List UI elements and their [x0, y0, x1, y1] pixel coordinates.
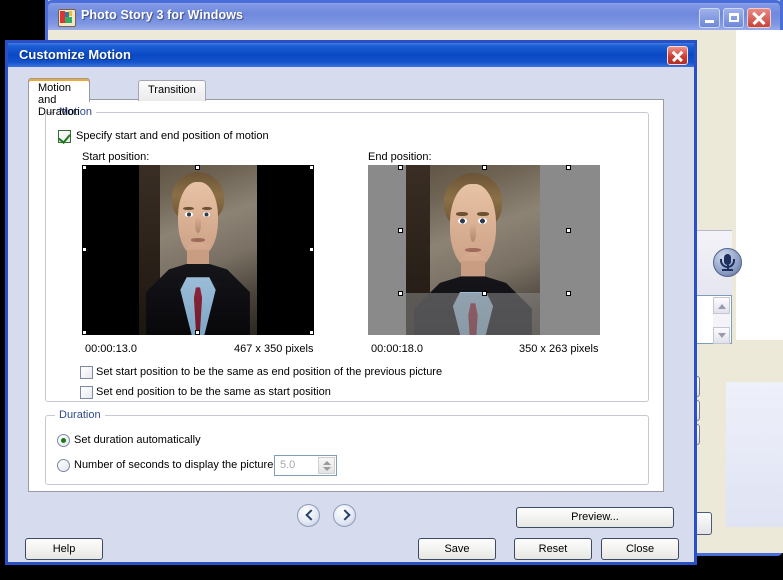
resize-handle-e[interactable] — [309, 247, 314, 252]
duration-auto-label: Set duration automatically — [74, 434, 201, 446]
specify-position-checkbox[interactable] — [58, 130, 71, 143]
scroll-up-icon[interactable] — [713, 297, 730, 314]
seconds-value: 5.0 — [280, 459, 296, 471]
same-as-previous-checkbox[interactable] — [80, 366, 93, 379]
duration-seconds-label: Number of seconds to display the picture — [74, 459, 274, 471]
same-as-previous-label: Set start position to be the same as end… — [96, 366, 443, 378]
duration-group: Duration — [45, 409, 649, 485]
resize-handle-n[interactable] — [195, 165, 200, 170]
help-button[interactable]: Help — [25, 538, 103, 560]
end-resize-handle-sw[interactable] — [398, 291, 403, 296]
scrollbar[interactable] — [713, 297, 730, 344]
dialog-title: Customize Motion — [19, 47, 131, 62]
resize-handle-sw[interactable] — [82, 330, 87, 335]
resize-handle-ne[interactable] — [309, 165, 314, 170]
tab-transition[interactable]: Transition — [138, 80, 206, 101]
end-resize-handle-n[interactable] — [482, 165, 487, 170]
photo-story-icon — [58, 9, 76, 27]
end-resize-handle-e[interactable] — [566, 228, 571, 233]
microphone-icon[interactable] — [713, 248, 742, 277]
start-time-label: 00:00:13.0 — [85, 343, 137, 355]
scroll-down-icon[interactable] — [713, 327, 730, 344]
start-position-label: Start position: — [82, 151, 150, 163]
end-position-preview[interactable] — [368, 165, 600, 335]
end-resize-handle-s[interactable] — [482, 291, 487, 296]
tab-motion-and-duration[interactable]: Motion and Duration — [28, 78, 90, 118]
previous-picture-button[interactable] — [297, 504, 320, 527]
save-button[interactable]: Save — [418, 538, 496, 560]
same-as-start-checkbox[interactable] — [80, 386, 93, 399]
dialog-title-bar: Customize Motion — [5, 40, 697, 67]
maximize-button[interactable] — [723, 8, 744, 28]
end-resize-handle-se[interactable] — [566, 291, 571, 296]
start-position-preview[interactable] — [82, 165, 314, 335]
duration-group-label: Duration — [55, 409, 105, 421]
end-resize-handle-ne[interactable] — [566, 165, 571, 170]
specify-position-label: Specify start and end position of motion — [76, 130, 269, 142]
same-as-start-label: Set end position to be the same as start… — [96, 386, 331, 398]
resize-handle-w[interactable] — [82, 247, 87, 252]
preview-button[interactable]: Preview... — [516, 507, 674, 528]
reset-button[interactable]: Reset — [514, 538, 592, 560]
chevron-left-icon — [305, 510, 313, 521]
minimize-button[interactable] — [699, 8, 720, 28]
end-time-label: 00:00:18.0 — [371, 343, 423, 355]
stepper-arrows-icon[interactable] — [318, 457, 335, 474]
app-side-toolbar — [726, 382, 783, 527]
app-info-panel — [736, 30, 783, 340]
duration-auto-radio[interactable] — [57, 434, 70, 447]
dialog-close-icon[interactable] — [667, 46, 688, 65]
next-picture-button[interactable] — [333, 504, 356, 527]
close-icon[interactable] — [747, 8, 771, 28]
end-resize-handle-nw[interactable] — [398, 165, 403, 170]
chevron-right-icon — [341, 510, 349, 521]
resize-handle-se[interactable] — [309, 330, 314, 335]
seconds-stepper[interactable]: 5.0 — [274, 455, 337, 476]
resize-handle-s[interactable] — [195, 330, 200, 335]
start-photo — [139, 165, 257, 335]
duration-seconds-radio[interactable] — [57, 459, 70, 472]
resize-handle-nw[interactable] — [82, 165, 87, 170]
close-button[interactable]: Close — [601, 538, 679, 560]
end-size-label: 350 x 263 pixels — [519, 343, 599, 355]
app-title-bar: Photo Story 3 for Windows — [45, 0, 783, 30]
end-resize-handle-w[interactable] — [398, 228, 403, 233]
end-position-label: End position: — [368, 151, 432, 163]
start-size-label: 467 x 350 pixels — [234, 343, 314, 355]
app-title: Photo Story 3 for Windows — [81, 8, 244, 22]
